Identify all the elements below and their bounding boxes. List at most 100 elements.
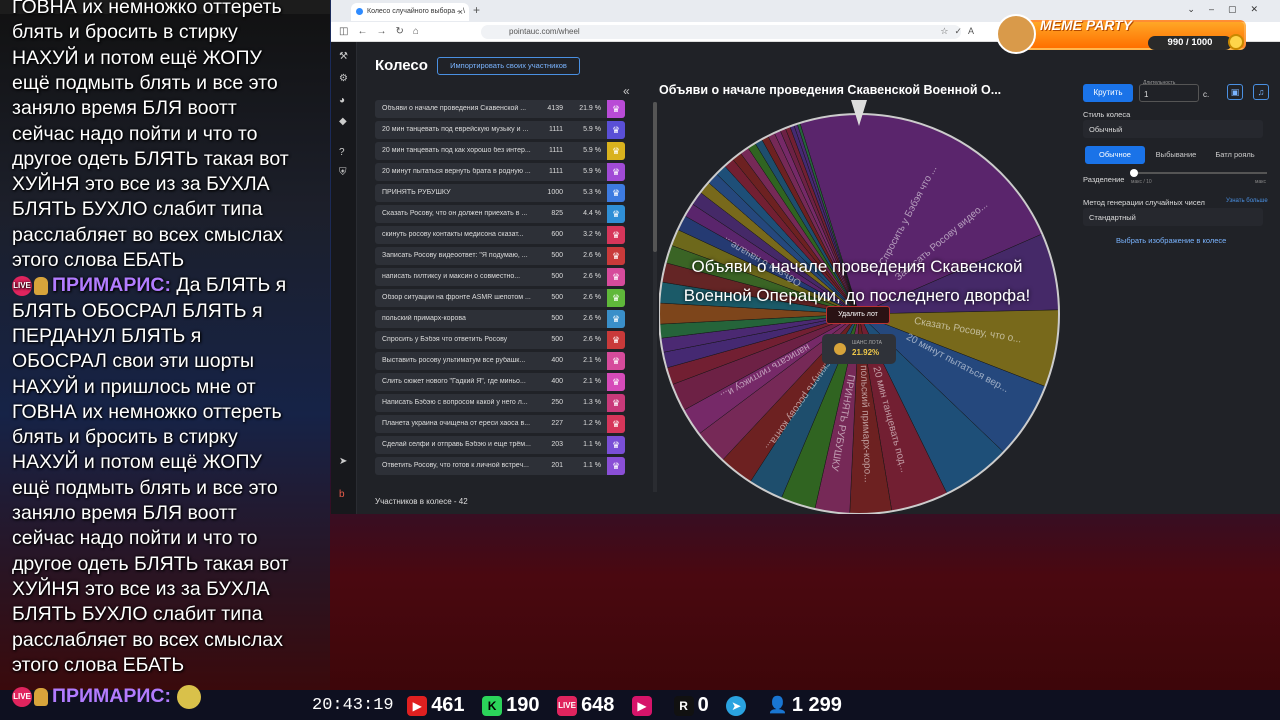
chat-line: ХУЙНЯ это все из за БУХЛА [12, 173, 270, 196]
duration-input[interactable]: 1 [1139, 84, 1199, 102]
chat-line: расслабляет во всех смыслах [12, 628, 283, 651]
auction-icon[interactable]: ⚒ [339, 52, 349, 62]
collapse-icon[interactable]: « [623, 84, 630, 98]
trophy-icon[interactable]: ♛ [607, 373, 625, 391]
participant-amount: 1111 [548, 126, 563, 133]
toolbar-icons[interactable]: ☆✓A [940, 26, 980, 37]
rng-select[interactable]: Стандартный [1083, 208, 1263, 226]
trophy-icon[interactable]: ♛ [607, 163, 625, 181]
trophy-icon[interactable]: ♛ [607, 205, 625, 223]
trophy-icon[interactable]: ♛ [607, 394, 625, 412]
participant-row[interactable]: Сказать Росову, что он должен приехать в… [375, 205, 625, 223]
telegram-stat: ➤ [726, 694, 750, 717]
participant-row[interactable]: польский примарх-корова 500 2.6 % ♛ [375, 310, 625, 328]
participant-row[interactable]: Сделай селфи и отправь Бэбэю и еще трём.… [375, 436, 625, 454]
trophy-icon[interactable]: ♛ [607, 331, 625, 349]
wheel-icon[interactable]: ◕ [339, 96, 349, 106]
participant-percent: 2.1 % [583, 378, 601, 385]
trophy-icon[interactable]: ♛ [607, 226, 625, 244]
slider-knob[interactable] [1130, 169, 1138, 177]
wheel-title: Объяви о начале проведения Скавенской Во… [659, 83, 1002, 97]
participant-row[interactable]: Записать Росову видеоответ: "Я подумаю, … [375, 247, 625, 265]
close-tab-icon[interactable]: × [458, 7, 463, 17]
chat-line: блять и бросить в стирку [12, 426, 238, 449]
participant-percent: 5.3 % [583, 189, 601, 196]
gear-icon[interactable]: ⚙ [339, 74, 349, 84]
help-icon[interactable]: ? [339, 148, 349, 158]
style-label: Стиль колеса [1083, 110, 1131, 119]
trophy-icon[interactable]: ♛ [607, 142, 625, 160]
participant-row[interactable]: ПРИНЯТЬ РУБУШКУ 1000 5.3 % ♛ [375, 184, 625, 202]
trophy-icon[interactable]: ♛ [607, 100, 625, 118]
chat-line: ПЕРДАНУЛ БЛЯТЬ я [12, 324, 202, 347]
split-slider[interactable] [1130, 169, 1267, 177]
trophy-icon[interactable]: ♛ [607, 121, 625, 139]
mode-normal-tab[interactable]: Обычное [1085, 146, 1145, 164]
trophy-icon[interactable]: ♛ [607, 457, 625, 475]
participant-name: написать гилтиксу и максин о совместно..… [382, 273, 521, 280]
rng-learn-more-link[interactable]: Узнать больше [1226, 198, 1268, 204]
trophy-icon[interactable]: ♛ [607, 352, 625, 370]
viewers-stat: 👤 1 299 [767, 694, 842, 717]
bottom-chat-author: LIVE ПРИМАРИС: [12, 685, 201, 709]
delete-lot-button[interactable]: Удалить лот [826, 306, 890, 324]
nav-buttons[interactable]: ◫←→↻⌂ [339, 26, 428, 37]
trophy-icon[interactable]: ♛ [607, 247, 625, 265]
participant-percent: 2.6 % [583, 336, 601, 343]
participant-row[interactable]: Слить сюжет нового "Гадкий Я", где миньо… [375, 373, 625, 391]
list-scrollbar[interactable] [653, 102, 657, 492]
trophy-icon[interactable]: ♛ [607, 289, 625, 307]
participant-amount: 4139 [547, 105, 563, 112]
participant-percent: 1.1 % [583, 462, 601, 469]
participant-row[interactable]: Спросить у Бэбэя что ответить Росову 500 2… [375, 331, 625, 349]
participant-row[interactable]: написать гилтиксу и максин о совместно..… [375, 268, 625, 286]
participant-name: Сделай селфи и отправь Бэбэю и еще трём.… [382, 441, 531, 448]
participant-amount: 1000 [547, 189, 563, 196]
mode-battle-royale-tab[interactable]: Батл рояль [1207, 146, 1263, 164]
shield-icon[interactable]: ⛨ [339, 168, 349, 178]
choose-image-link[interactable]: Выбрать изображение в колесе [1116, 236, 1226, 245]
spin-button[interactable]: Крутить [1083, 84, 1133, 102]
image-toggle-icon[interactable]: ▣ [1227, 84, 1243, 100]
music-icon[interactable]: ♫ [1253, 84, 1269, 100]
chat-line: ХУЙНЯ это все из за БУХЛА [12, 577, 270, 600]
trophy-icon[interactable]: ♛ [607, 436, 625, 454]
participant-row[interactable]: Обзор ситуации на фронте ASMR шепотом ..… [375, 289, 625, 307]
wheel-page: Колесо Импортировать своих участников « … [357, 42, 1280, 514]
participant-row[interactable]: Ответить Росову, что готов к личной встр… [375, 457, 625, 475]
mode-elimination-tab[interactable]: Выбывание [1147, 146, 1205, 164]
participant-row[interactable]: скинуть росову контакты медисона сказат.… [375, 226, 625, 244]
chat-line: ещё подмыть блять и все это [12, 71, 278, 94]
r-icon: R [673, 695, 694, 716]
chat-line: этого слова ЕБАТЬ [12, 653, 185, 676]
trophy-icon[interactable]: ♛ [607, 415, 625, 433]
participant-name: 20 мин танцевать под как хорошо без инте… [382, 147, 531, 154]
new-tab-icon[interactable]: + [473, 3, 480, 17]
layers-icon[interactable]: ◆ [339, 117, 349, 127]
import-participants-button[interactable]: Импортировать своих участников [437, 57, 580, 75]
participant-name: 20 минут пытаться вернуть брата в родную… [382, 168, 531, 175]
participant-amount: 400 [551, 357, 563, 364]
participant-row[interactable]: Написать Бэбэю с вопросом какой у него л… [375, 394, 625, 412]
trophy-icon[interactable]: ♛ [607, 310, 625, 328]
participant-amount: 500 [551, 294, 563, 301]
participant-row[interactable]: 20 минут пытаться вернуть брата в родную… [375, 163, 625, 181]
scrollbar-thumb[interactable] [653, 102, 657, 252]
participant-row[interactable]: Выставить росову ультиматум все рубашк..… [375, 352, 625, 370]
participant-row[interactable]: 20 мин танцевать под еврейскую музыку и … [375, 121, 625, 139]
brand-icon[interactable]: b [339, 490, 349, 500]
slider-max-label: макс [1255, 179, 1266, 185]
participant-row[interactable]: 20 мин танцевать под как хорошо без инте… [375, 142, 625, 160]
trophy-icon[interactable]: ♛ [607, 184, 625, 202]
participant-name: Обзор ситуации на фронте ASMR шепотом ..… [382, 294, 531, 301]
trophy-icon[interactable]: ♛ [607, 268, 625, 286]
coin-icon [834, 343, 846, 355]
style-select[interactable]: Обычный [1083, 120, 1263, 138]
browser-tab[interactable]: Колесо случайного выбора – \ × [351, 3, 469, 21]
url-field[interactable]: pointauc.com/wheel [481, 25, 961, 39]
telegram-icon[interactable]: ➤ [339, 457, 349, 467]
stream-stats: 20:43:19 ▶ 461 K 190 LIVE 648 ▶ R0 ➤ 👤 1 299 [312, 694, 854, 718]
participant-row[interactable]: Объяви о начале проведения Скавенской ..… [375, 100, 625, 118]
participant-row[interactable]: Планета украина очищена от ереси хаоса в… [375, 415, 625, 433]
participant-name: Выставить росову ультиматум все рубашк..… [382, 357, 526, 364]
